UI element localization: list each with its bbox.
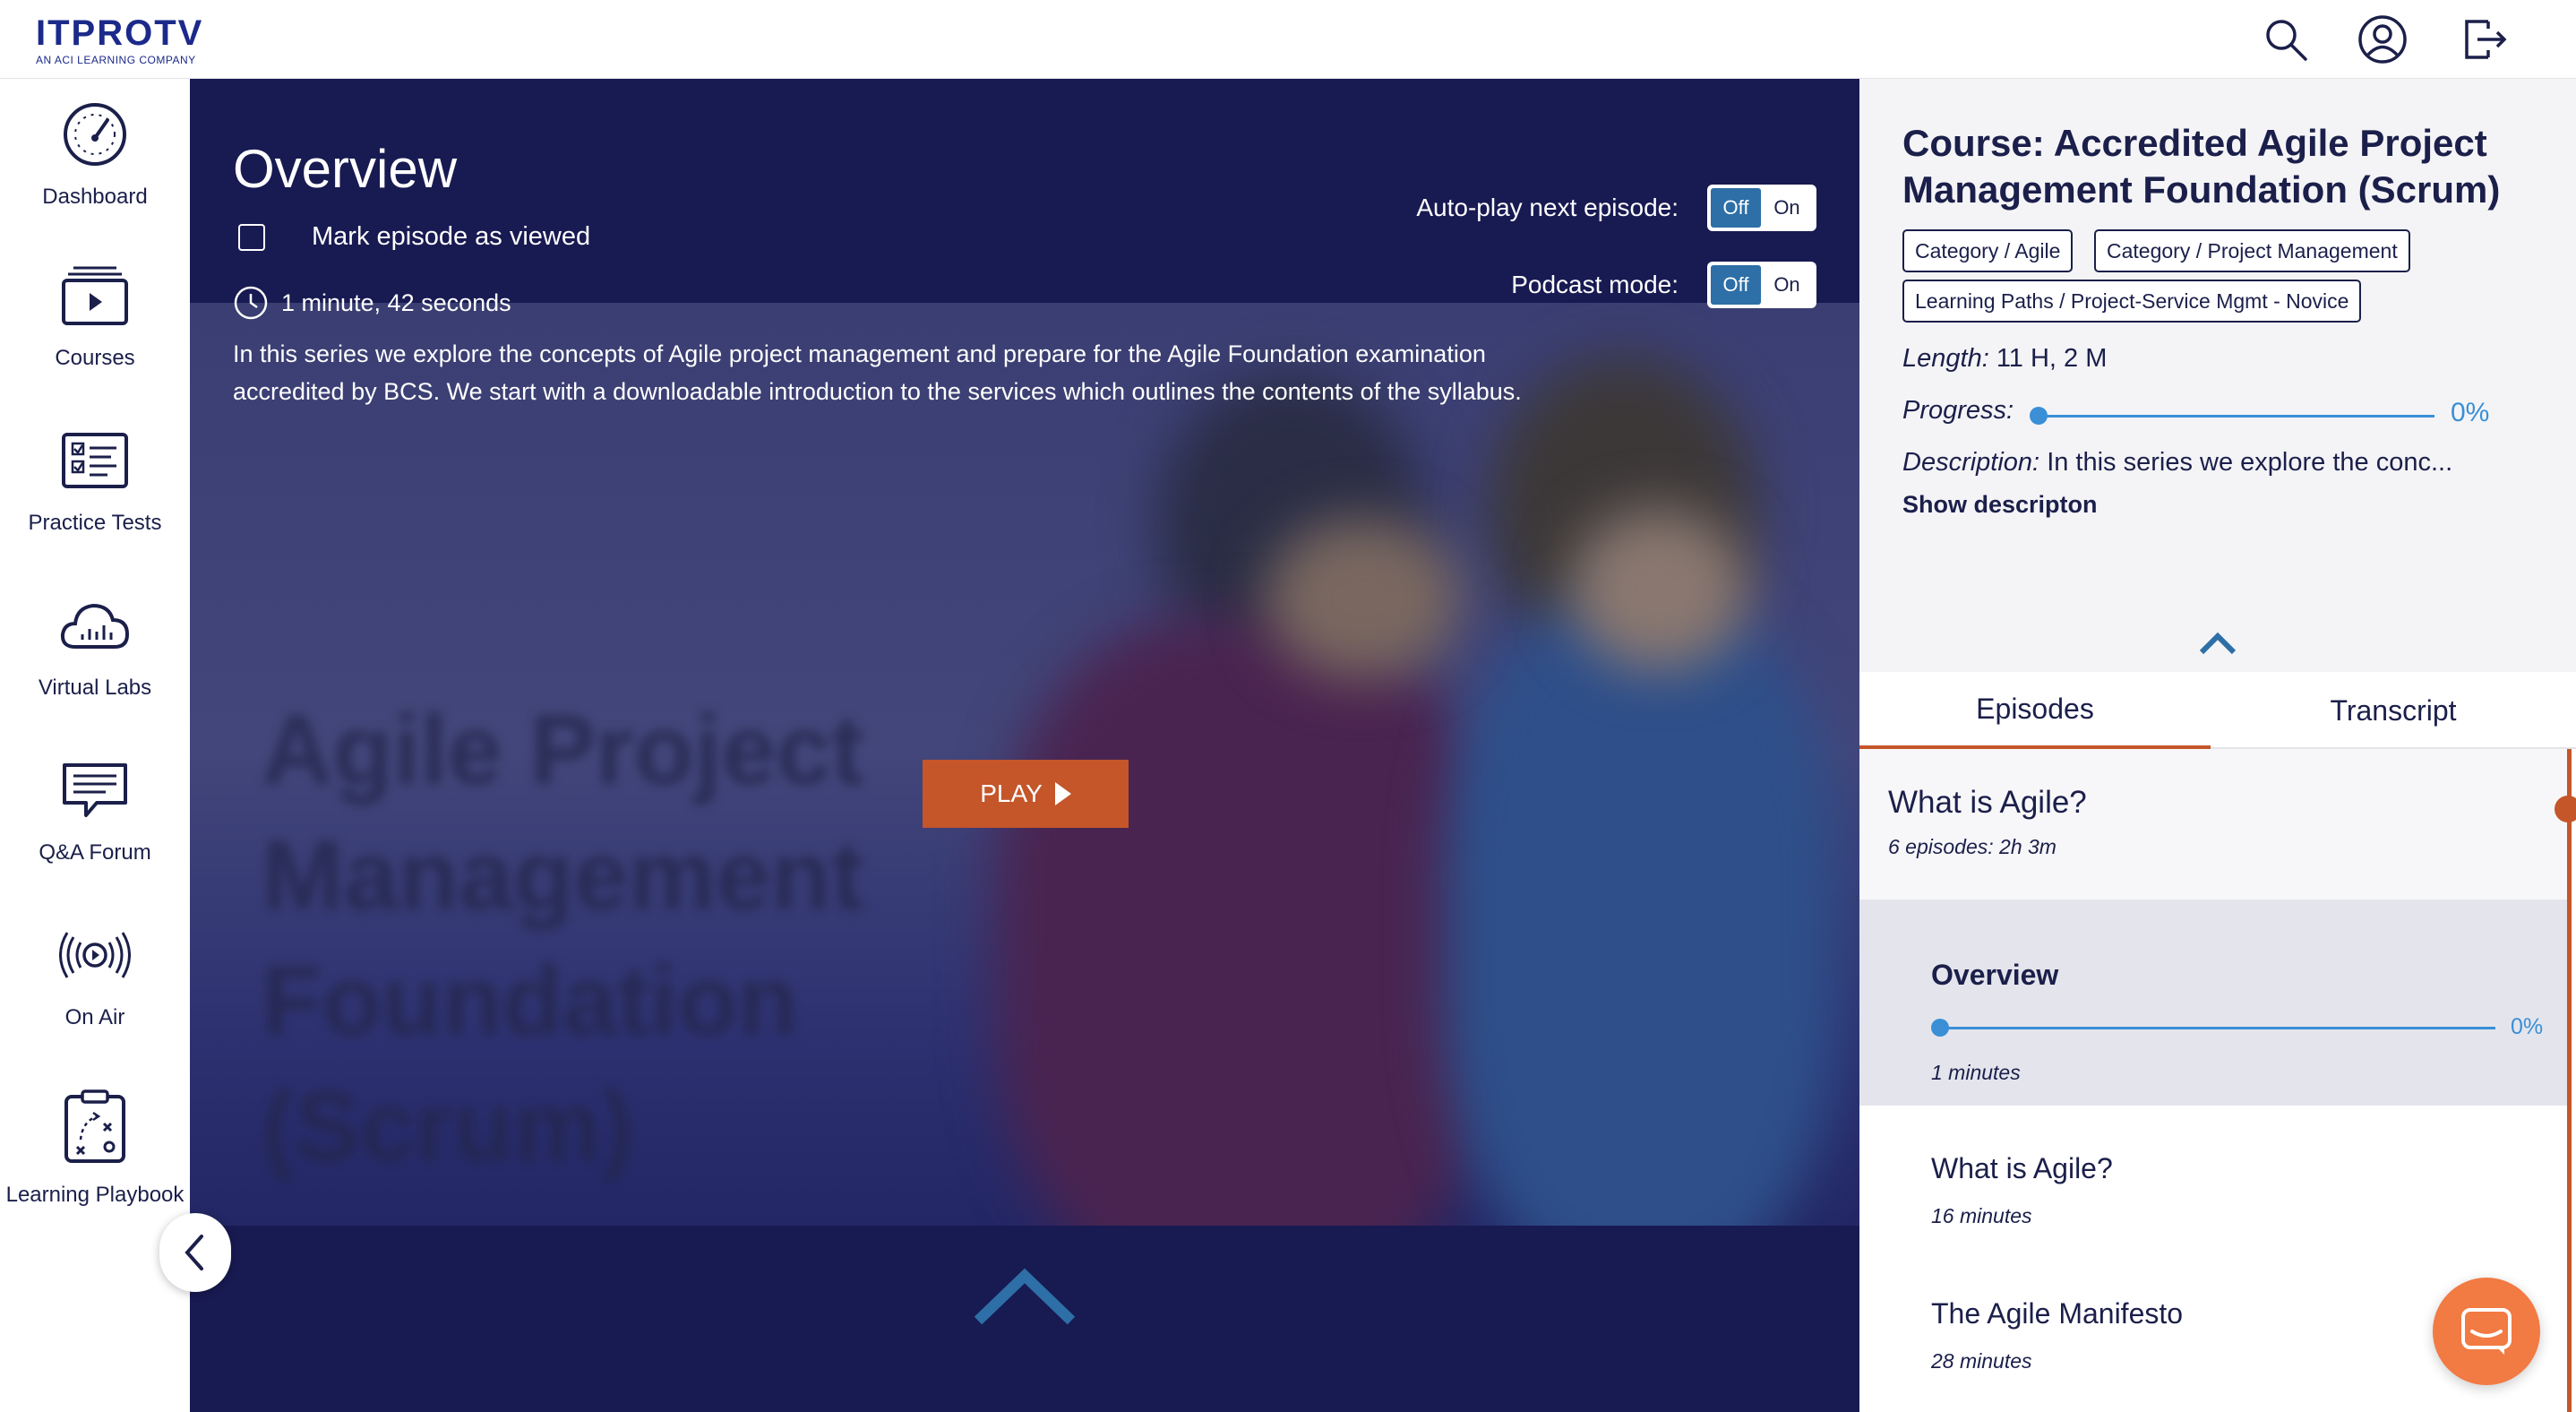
toggle-on-option[interactable]: On [1761, 265, 1813, 305]
module-header[interactable]: What is Agile? 6 episodes: 2h 3m [1859, 749, 2567, 900]
play-label: PLAY [980, 779, 1043, 807]
episode-title: Overview [233, 139, 458, 199]
episode-title: Overview [1931, 959, 2059, 991]
description-label: Description: [1902, 448, 2040, 477]
collapse-sidebar-button[interactable] [159, 1213, 231, 1292]
nav-on-air[interactable]: On Air [0, 917, 190, 1070]
play-button[interactable]: PLAY [923, 760, 1129, 828]
nav-label: Practice Tests [28, 511, 162, 535]
episode-duration: 16 minutes [1931, 1204, 2032, 1227]
nav-virtual-labs[interactable]: Virtual Labs [0, 588, 190, 740]
thumbnail-title: Agile Project Management Foundation (Scr… [262, 695, 864, 1182]
courses-play-icon [57, 258, 133, 333]
nav-label: Q&A Forum [39, 840, 151, 865]
left-sidebar-nav: Dashboard Courses Practice Tests Virtual… [0, 79, 190, 1412]
logout-icon[interactable] [2458, 13, 2512, 66]
nav-qa-forum[interactable]: Q&A Forum [0, 753, 190, 905]
course-progress-indicator [2030, 407, 2048, 425]
episode-title: What is Agile? [1931, 1152, 2113, 1184]
podcast-label: Podcast mode: [1511, 271, 1679, 298]
course-panel: Course: Accredited Agile Project Managem… [1859, 79, 2576, 1412]
description-value: In this series we explore the conc... [2047, 448, 2453, 477]
clock-icon [234, 286, 268, 320]
episode-description: In this series we explore the concepts o… [233, 340, 1522, 405]
toggle-off-option[interactable]: Off [1711, 265, 1761, 305]
length-label: Length: [1902, 344, 1989, 373]
tag-category-project-management[interactable]: Category / Project Management [2094, 229, 2410, 272]
course-length: Length: 11 H, 2 M [1902, 344, 2107, 374]
course-progress-value: 0% [2451, 398, 2490, 427]
forum-chat-icon [57, 753, 133, 828]
nav-label: Courses [55, 346, 135, 370]
scrollbar-thumb[interactable] [2555, 796, 2576, 822]
episode-item-overview[interactable]: Overview 0% 1 minutes [1859, 900, 2567, 1106]
panel-tabs: Episodes Transcript [1859, 672, 2576, 749]
tab-transcript[interactable]: Transcript [2218, 672, 2569, 749]
mark-viewed-checkbox[interactable] [238, 223, 265, 251]
dashboard-gauge-icon [57, 97, 133, 172]
podcast-row: Podcast mode: Off On [1511, 262, 1816, 308]
course-title: Course: Accredited Agile Project Managem… [1902, 122, 2501, 211]
episode-duration: 1 minutes [1931, 1061, 2021, 1084]
nav-label: Learning Playbook [5, 1183, 185, 1207]
episode-progress-indicator [1931, 1019, 1949, 1037]
module-summary: 6 episodes: 2h 3m [1888, 835, 2057, 858]
top-header: ITPROTV AN ACI LEARNING COMPANY [0, 0, 2576, 79]
episode-list-scrollbar[interactable] [2567, 749, 2572, 1412]
episode-progress-bar [1940, 1027, 2495, 1029]
progress-label: Progress: [1902, 396, 2014, 425]
toggle-on-option[interactable]: On [1761, 188, 1813, 228]
episode-progress-value: 0% [2511, 1014, 2544, 1039]
toggle-off-option[interactable]: Off [1711, 188, 1761, 228]
length-value: 11 H, 2 M [1996, 344, 2108, 373]
tab-episodes[interactable]: Episodes [1859, 672, 2211, 749]
nav-dashboard[interactable]: Dashboard [0, 97, 190, 249]
autoplay-label: Auto-play next episode: [1416, 194, 1679, 221]
mark-viewed-label[interactable]: Mark episode as viewed [312, 222, 590, 252]
play-triangle-icon [1054, 782, 1071, 805]
course-progress-label: Progress: [1902, 396, 2014, 426]
on-air-broadcast-icon [57, 917, 133, 993]
duration-row: 1 minute, 42 seconds [233, 285, 511, 321]
podcast-toggle[interactable]: Off On [1707, 262, 1816, 308]
nav-label: Virtual Labs [38, 676, 152, 700]
nav-label: Dashboard [42, 185, 148, 209]
chevron-left-icon [185, 1235, 203, 1270]
video-player[interactable]: Agile Project Management Foundation (Scr… [190, 79, 1859, 1412]
episode-duration: 1 minute, 42 seconds [281, 288, 511, 316]
playbook-clipboard-icon [57, 1084, 133, 1170]
logo-text: ITPROTV [36, 13, 204, 53]
mark-viewed-row[interactable]: Mark episode as viewed [238, 222, 590, 252]
tag-category-agile[interactable]: Category / Agile [1902, 229, 2074, 272]
nav-courses[interactable]: Courses [0, 258, 190, 410]
course-progress-bar [2039, 415, 2434, 418]
virtual-labs-cloud-icon [57, 588, 133, 663]
practice-tests-checklist-icon [57, 423, 133, 498]
autoplay-toggle[interactable]: Off On [1707, 185, 1816, 231]
search-icon[interactable] [2259, 13, 2313, 66]
itprotv-logo[interactable]: ITPROTV AN ACI LEARNING COMPANY [36, 14, 203, 66]
chat-support-button[interactable] [2433, 1278, 2540, 1385]
module-title: What is Agile? [1888, 785, 2087, 820]
nav-label: On Air [64, 1005, 125, 1029]
show-description-link[interactable]: Show descripton [1902, 491, 2098, 519]
autoplay-row: Auto-play next episode: Off On [1416, 185, 1816, 231]
chevron-up-icon[interactable] [971, 1267, 1078, 1330]
nav-practice-tests[interactable]: Practice Tests [0, 423, 190, 575]
logo-tagline: AN ACI LEARNING COMPANY [36, 54, 196, 66]
tag-learning-path[interactable]: Learning Paths / Project-Service Mgmt - … [1902, 280, 2362, 323]
chat-icon [2461, 1308, 2512, 1355]
course-description: Description: In this series we explore t… [1902, 448, 2547, 478]
episode-item-what-is-agile[interactable]: What is Agile? 16 minutes [1859, 1106, 2567, 1251]
chevron-up-icon[interactable] [2198, 629, 2237, 656]
account-icon[interactable] [2356, 13, 2409, 66]
episode-title: The Agile Manifesto [1931, 1297, 2184, 1330]
episode-duration: 28 minutes [1931, 1349, 2032, 1373]
